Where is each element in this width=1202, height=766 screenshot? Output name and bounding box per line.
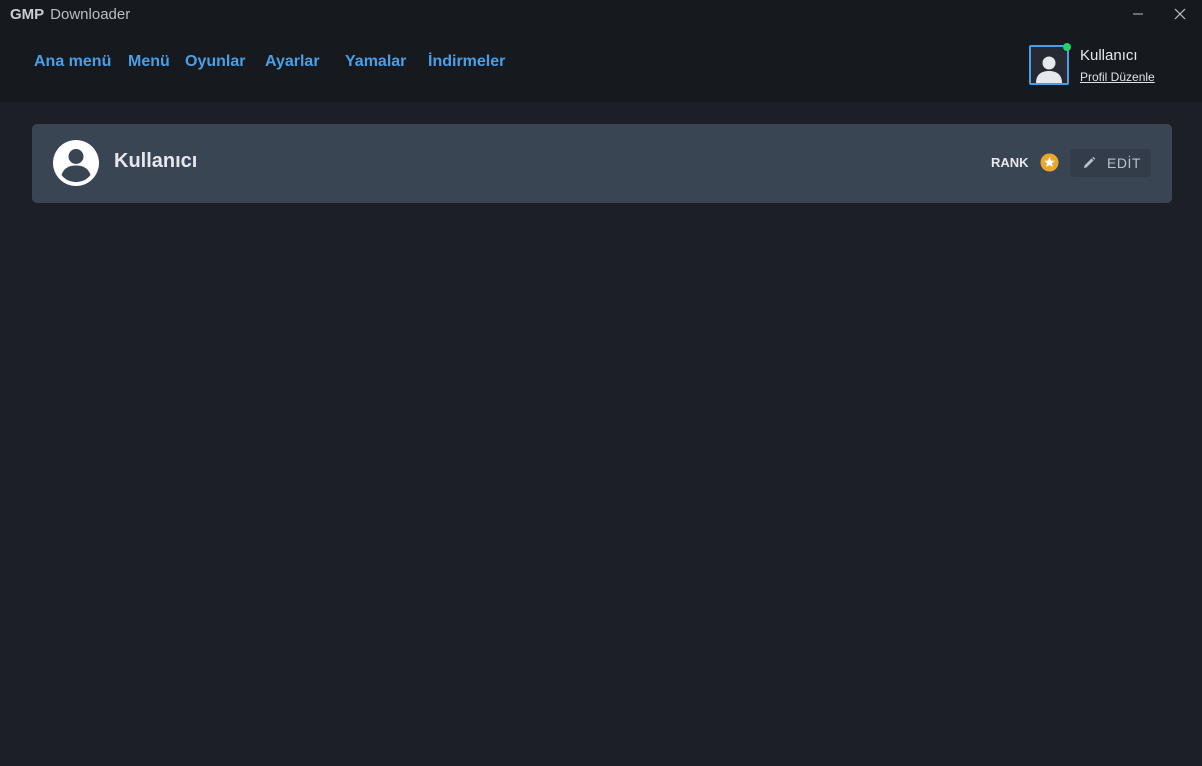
nav-item-indirmeler[interactable]: İndirmeler [428, 53, 505, 71]
nav-item-ana-menu[interactable]: Ana menü [34, 53, 111, 71]
nav-item-menu[interactable]: Menü [128, 53, 170, 71]
nav-item-oyunlar[interactable]: Oyunlar [185, 53, 245, 71]
edit-profile-link[interactable]: Profil Düzenle [1080, 70, 1155, 84]
user-avatar-button[interactable] [1029, 45, 1069, 85]
close-button[interactable] [1170, 4, 1190, 24]
edit-button-label: EDİT [1107, 155, 1141, 171]
online-status-dot [1063, 43, 1071, 51]
title-bar: GMP Downloader [0, 0, 1202, 28]
pencil-icon [1084, 156, 1096, 168]
app-title-rest: Downloader [50, 5, 131, 23]
profile-card: Kullanıcı RANK EDİT [32, 124, 1172, 203]
nav-item-yamalar[interactable]: Yamalar [345, 53, 406, 71]
app-title: GMP Downloader [10, 6, 130, 23]
profile-avatar-icon [53, 140, 99, 186]
user-avatar-icon [1036, 56, 1062, 83]
close-icon [1174, 8, 1186, 20]
top-navigation: Ana menü Menü Oyunlar Ayarlar Yamalar İn… [0, 28, 1202, 102]
header-user-name: Kullanıcı [1080, 47, 1138, 64]
nav-item-ayarlar[interactable]: Ayarlar [265, 53, 320, 71]
rank-label: RANK [991, 155, 1029, 170]
profile-name: Kullanıcı [114, 150, 198, 172]
minimize-button[interactable] [1128, 4, 1148, 24]
minimize-icon [1133, 13, 1143, 15]
app-title-bold: GMP [10, 5, 45, 23]
star-badge-icon [1040, 153, 1059, 172]
edit-button[interactable]: EDİT [1070, 149, 1151, 177]
